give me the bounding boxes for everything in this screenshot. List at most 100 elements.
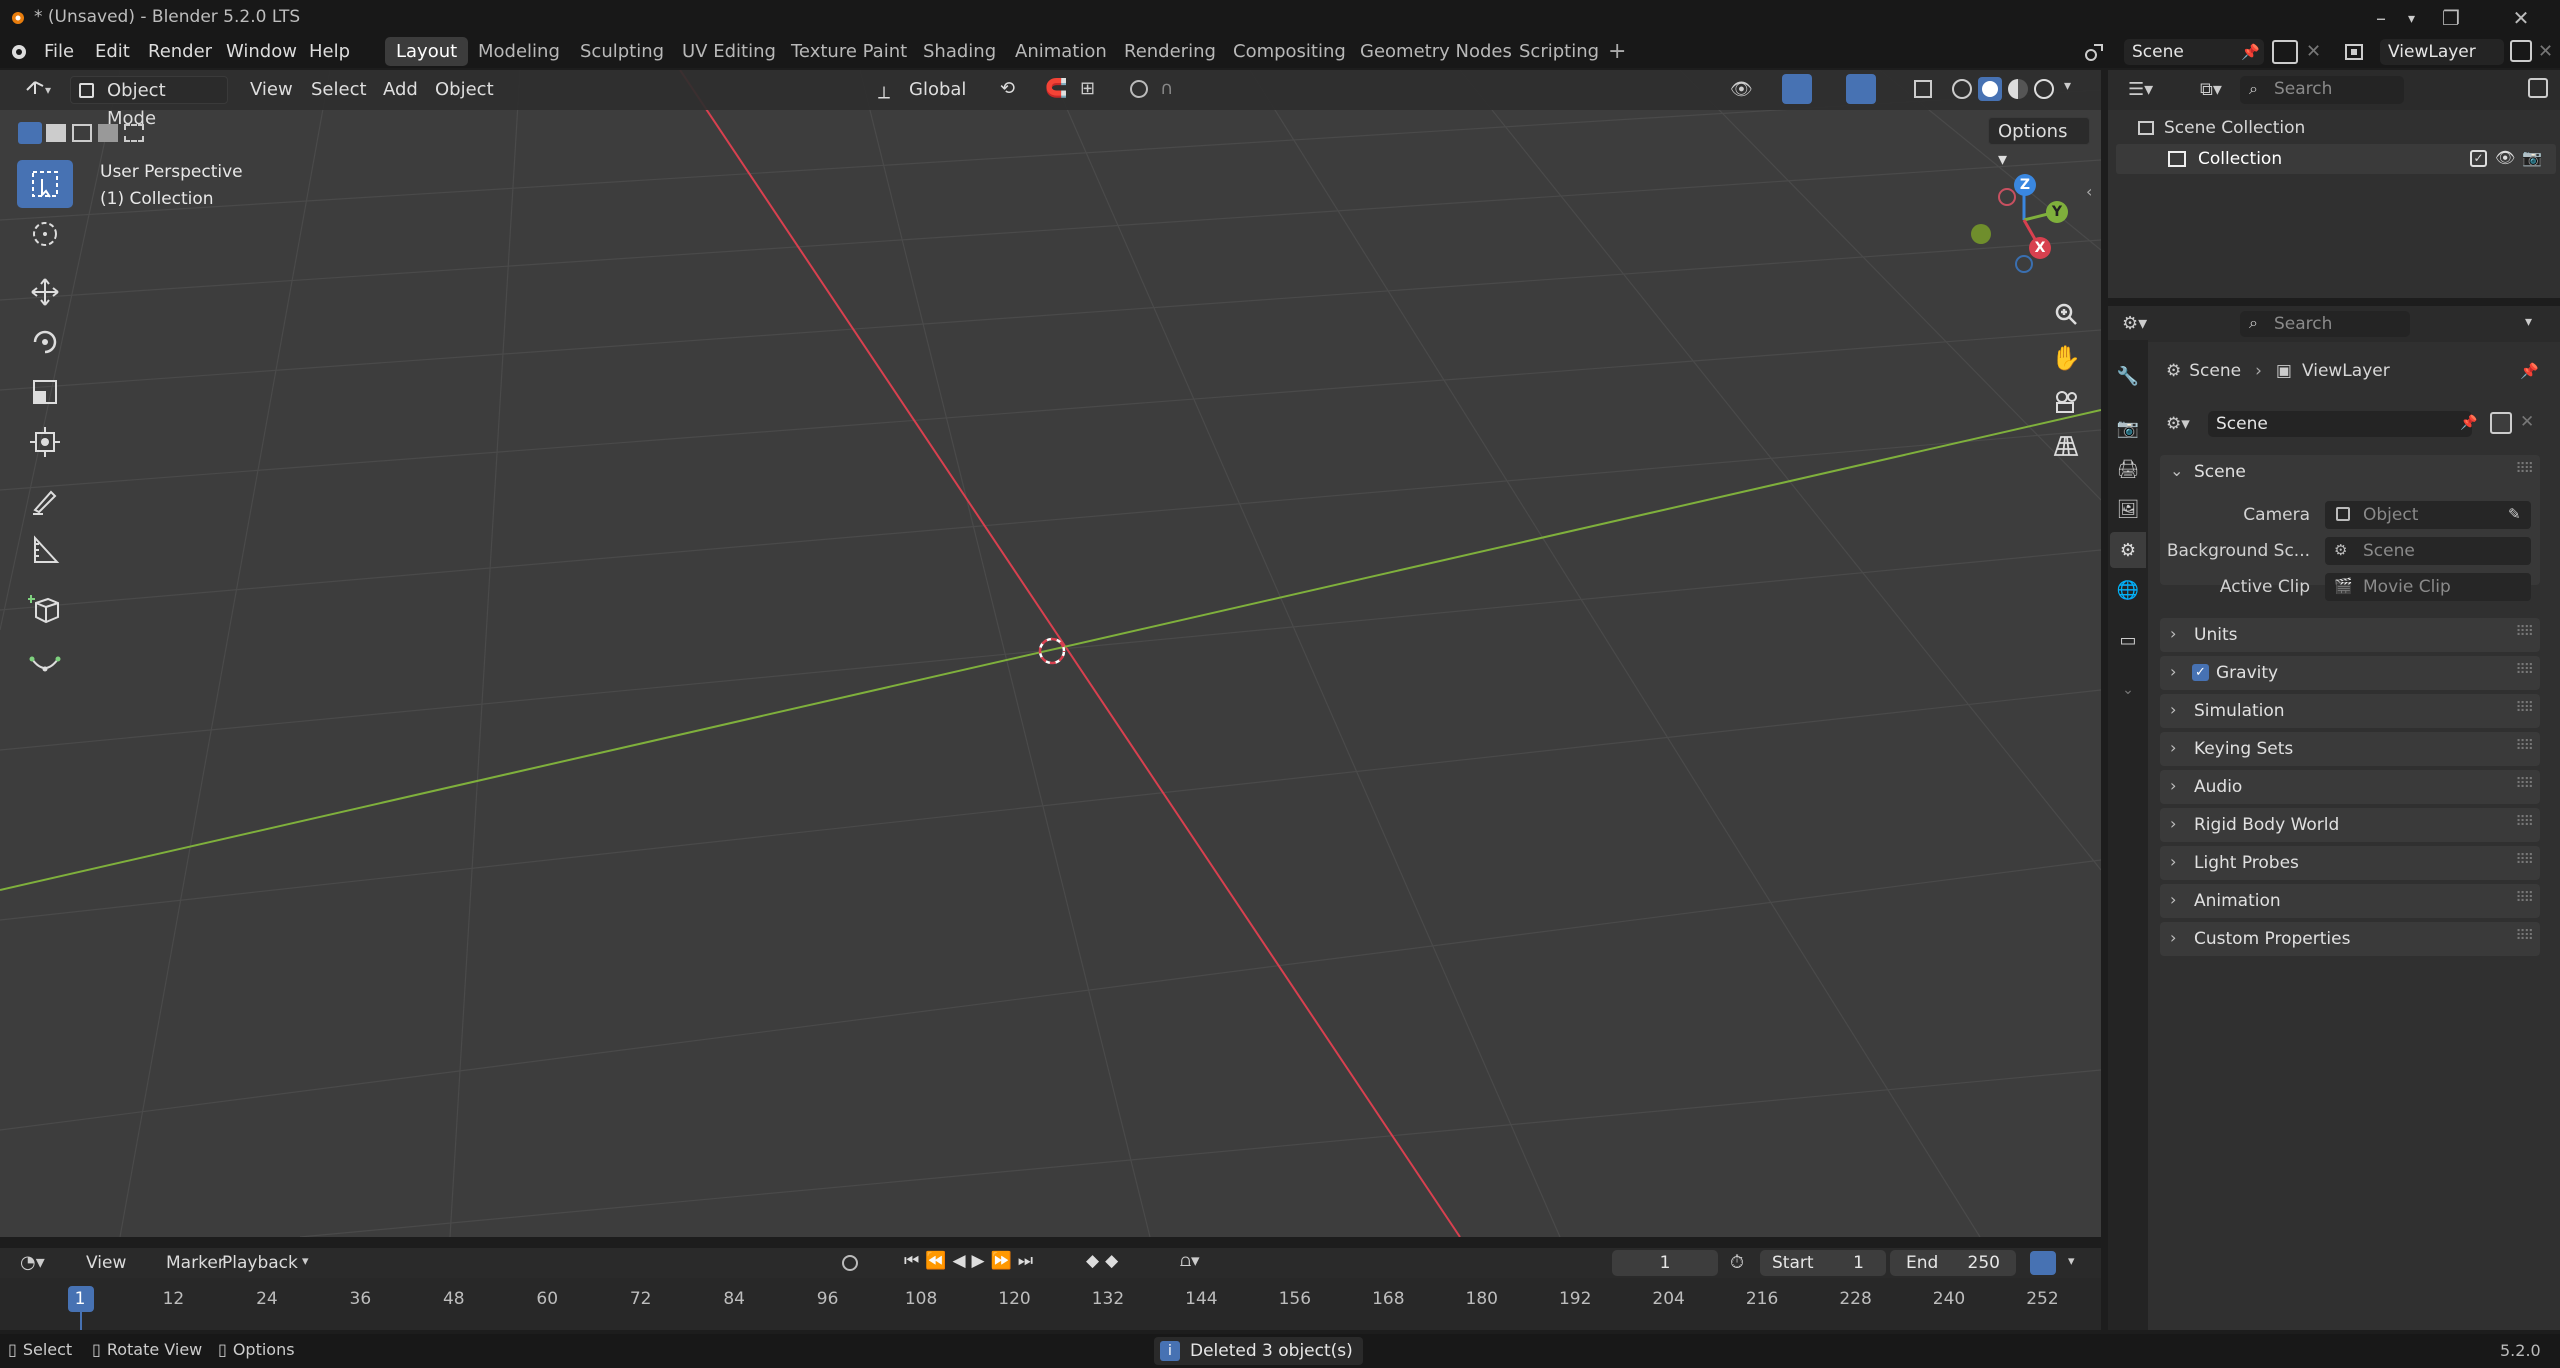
active-clip-field[interactable]: Movie Clip (2325, 573, 2531, 601)
pin-icon[interactable]: 📌 (2460, 415, 2477, 431)
tool-tab-icon[interactable]: 🔧 (2110, 358, 2146, 394)
status-report[interactable]: i Deleted 3 object(s) (1154, 1337, 1363, 1365)
drag-handle-icon[interactable]: ⠿⠿ (2515, 700, 2533, 716)
minimize-button[interactable]: – (2352, 0, 2410, 35)
gravity-checkbox[interactable]: ✓ (2192, 664, 2209, 681)
output-tab-icon[interactable]: 🖨 (2110, 451, 2146, 487)
camera-render-icon[interactable]: 📷 (2522, 148, 2542, 167)
viewlayer-selector[interactable]: ViewLayer (2380, 39, 2504, 65)
new-viewlayer-icon[interactable] (2510, 40, 2532, 62)
playback-controls[interactable]: ⏮⏪◀▶⏩⏭ (904, 1251, 1039, 1271)
annotate-tool[interactable] (17, 476, 73, 524)
blender-menu-icon[interactable] (8, 42, 28, 62)
new-scene-icon[interactable] (2272, 40, 2298, 64)
timeline-overlay-icon[interactable] (2030, 1251, 2056, 1275)
light-probes-panel[interactable]: › Light Probes ⠿⠿ (2160, 846, 2540, 880)
solid-shading-icon[interactable] (1978, 77, 2002, 101)
gizmo-z-axis[interactable]: Z (2014, 174, 2036, 196)
drag-handle-icon[interactable]: ⠿⠿ (2515, 662, 2533, 678)
stopwatch-icon[interactable]: ⏱ (1730, 1252, 1744, 1273)
select-extend-icon[interactable] (46, 124, 66, 142)
overlay-toggle-icon[interactable] (1846, 74, 1876, 104)
select-intersect-icon[interactable] (124, 124, 144, 142)
audio-panel[interactable]: › Audio ⠿⠿ (2160, 770, 2540, 804)
drag-handle-icon[interactable]: ⠿⠿ (2515, 890, 2533, 906)
snap-icon[interactable]: 🧲 (1045, 78, 1067, 99)
viewport-menu-object[interactable]: Object (426, 76, 503, 104)
delete-viewlayer-icon[interactable]: ✕ (2538, 41, 2553, 62)
pin-icon[interactable]: 📌 (2520, 362, 2539, 380)
viewport-menu-select[interactable]: Select (302, 76, 376, 104)
collection-tab-icon[interactable]: ▭ (2110, 622, 2146, 658)
properties-search[interactable]: Search (2240, 311, 2410, 337)
auto-keying-icon[interactable]: ⩍▾ (1180, 1251, 1200, 1271)
properties-editor-icon[interactable]: ⚙▾ (2122, 313, 2147, 334)
tab-uv-editing[interactable]: UV Editing (671, 37, 787, 66)
tab-geometry-nodes[interactable]: Geometry Nodes (1349, 37, 1523, 66)
keying-sets-panel[interactable]: › Keying Sets ⠿⠿ (2160, 732, 2540, 766)
outliner-editor-icon[interactable]: ☰▾ (2128, 79, 2153, 100)
camera-view-icon[interactable] (2048, 384, 2084, 420)
timeline-options-icon[interactable]: ▾ (2068, 1254, 2075, 1269)
tab-modeling[interactable]: Modeling (467, 37, 571, 66)
scene-tab-icon[interactable]: ⚙ (2110, 532, 2146, 568)
tab-rendering[interactable]: Rendering (1113, 37, 1227, 66)
gizmo-toggle-icon[interactable] (1782, 74, 1812, 104)
rigid-body-world-panel[interactable]: › Rigid Body World ⠿⠿ (2160, 808, 2540, 842)
pan-hand-icon[interactable]: ✋ (2048, 340, 2084, 376)
new-collection-icon[interactable] (2528, 78, 2548, 98)
display-mode-icon[interactable]: ⧉▾ (2200, 79, 2222, 100)
rendered-shading-icon[interactable] (2034, 79, 2054, 99)
eye-icon[interactable]: 👁 (2495, 148, 2515, 167)
tab-sculpting[interactable]: Sculpting (569, 37, 675, 66)
world-tab-icon[interactable]: 🌐 (2110, 572, 2146, 608)
scene-datablock-field[interactable]: Scene (2208, 411, 2472, 437)
timeline-menu-view[interactable]: View (78, 1248, 134, 1278)
tab-animation[interactable]: Animation (1004, 37, 1118, 66)
zoom-icon[interactable] (2048, 296, 2084, 332)
render-tab-icon[interactable]: 📷 (2110, 410, 2146, 446)
drag-handle-icon[interactable]: ⠿⠿ (2515, 738, 2533, 754)
current-frame-field[interactable]: 1 (1612, 1250, 1718, 1276)
tab-layout[interactable]: Layout (385, 37, 469, 66)
tab-compositing[interactable]: Compositing (1222, 37, 1357, 66)
xray-toggle-icon[interactable] (1914, 80, 1932, 98)
3d-viewport[interactable] (0, 70, 2101, 1237)
custom-properties-panel[interactable]: › Custom Properties ⠿⠿ (2160, 922, 2540, 956)
select-box-tool[interactable] (17, 160, 73, 208)
scene-datablock-icon[interactable]: ⚙▾ (2166, 414, 2190, 434)
timeline-menu-playback[interactable]: Playback (214, 1248, 306, 1278)
perspective-toggle-icon[interactable] (2048, 428, 2084, 464)
cursor-tool[interactable] (17, 210, 73, 258)
simulation-panel[interactable]: › Simulation ⠿⠿ (2160, 694, 2540, 728)
tab-shading[interactable]: Shading (912, 37, 1007, 66)
material-shading-icon[interactable] (2008, 79, 2028, 99)
extrude-curve-tool[interactable] (17, 640, 73, 688)
drag-handle-icon[interactable]: ⠿⠿ (2515, 624, 2533, 640)
move-tool[interactable] (17, 268, 73, 316)
sidebar-toggle-icon[interactable]: ‹ (2086, 182, 2092, 201)
camera-field[interactable]: Object (2325, 501, 2531, 529)
viewport-menu-add[interactable]: Add (374, 76, 427, 104)
pin-scene-icon[interactable]: 📌 (2241, 43, 2260, 61)
drag-handle-icon[interactable]: ⠿⠿ (2515, 814, 2533, 830)
scale-tool[interactable] (17, 368, 73, 416)
keyframe-jump-controls[interactable]: ◆◆ (1086, 1251, 1124, 1271)
falloff-icon[interactable]: ∩ (1160, 78, 1173, 99)
menu-edit[interactable]: Edit (87, 35, 138, 68)
new-scene-icon[interactable] (2490, 412, 2512, 434)
end-frame-field[interactable]: End 250 (1890, 1250, 2016, 1276)
transform-orientation-selector[interactable]: Global (900, 76, 975, 104)
add-cube-tool[interactable] (17, 584, 73, 632)
select-new-icon[interactable] (18, 122, 42, 144)
viewport-options-button[interactable]: Options ▾ (1988, 117, 2090, 170)
close-window-button[interactable]: ✕ (2492, 0, 2550, 35)
visibility-icon[interactable]: 👁 (1730, 79, 1753, 100)
start-frame-field[interactable]: Start 1 (1760, 1250, 1886, 1276)
outliner-item-scene-collection[interactable]: Scene Collection (2138, 115, 2305, 141)
tab-texture-paint[interactable]: Texture Paint (780, 37, 918, 66)
view-layer-icon[interactable] (2344, 42, 2368, 62)
eyedropper-icon[interactable]: ✎ (2508, 505, 2521, 523)
pivot-point-icon[interactable]: ⟲ (1000, 78, 1015, 99)
measure-tool[interactable] (17, 526, 73, 574)
